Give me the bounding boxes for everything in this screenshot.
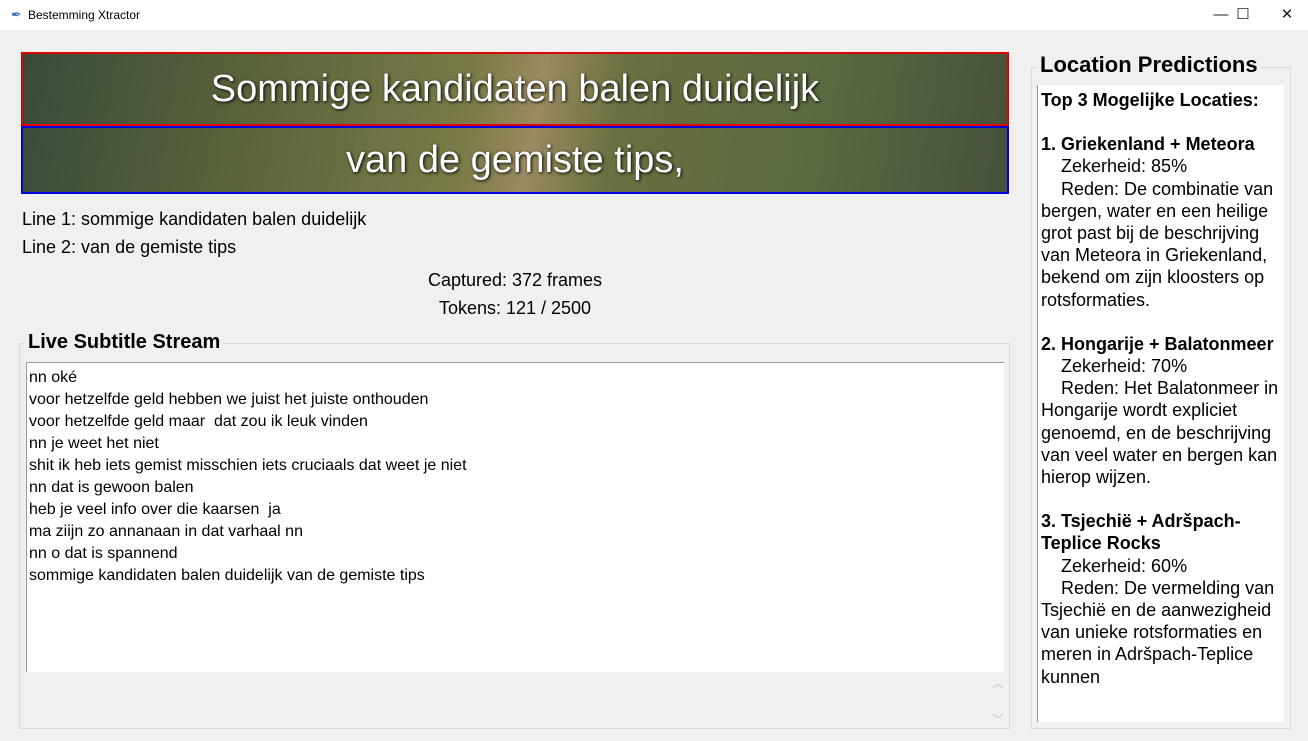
predictions-heading: Top 3 Mogelijke Locaties:: [1041, 90, 1259, 110]
scroll-down-icon[interactable]: ﹀: [990, 711, 1006, 727]
subtitle-stream-textarea[interactable]: nn oké voor hetzelfde geld hebben we juis…: [26, 362, 1004, 672]
subtitle-line: shit ik heb iets gemist misschien iets c…: [29, 457, 467, 474]
token-count: Tokens: 121 / 2500: [438, 298, 592, 318]
subtitle-line1-region: Sommige kandidaten balen duidelijk: [21, 52, 1009, 126]
subtitle-line: nn o dat is spannend: [29, 545, 178, 562]
prediction-name: 3. Tsjechië + Adršpach-Teplice Rocks: [1041, 511, 1241, 554]
ocr-line2: Line 2: van de gemiste tips: [22, 237, 237, 257]
maximize-button[interactable]: ☐: [1220, 0, 1266, 30]
subtitle-line: voor hetzelfde geld maar dat zou ik leuk…: [29, 413, 368, 430]
subtitle-line: sommige kandidaten balen duidelijk van d…: [29, 567, 425, 584]
predictions-title: Location Predictions: [1037, 52, 1261, 78]
subtitle-line1-text: Sommige kandidaten balen duidelijk: [210, 67, 820, 110]
subtitle-line2-text: van de gemiste tips,: [346, 138, 684, 181]
video-frame: Sommige kandidaten balen duidelijk van d…: [21, 52, 1009, 194]
scrollbar[interactable]: ︿ ﹀: [990, 675, 1006, 728]
subtitle-line: voor hetzelfde geld hebben we juist het …: [29, 391, 429, 408]
prediction-name: 1. Griekenland + Meteora: [1041, 134, 1255, 155]
predictions-textbox[interactable]: Top 3 Mogelijke Locaties: 1. Griekenland…: [1037, 85, 1284, 722]
prediction-item: 1. Griekenland + Meteora Zekerheid: 85% Re…: [1041, 133, 1281, 311]
subtitle-line: heb je veel info over die kaarsen ja: [29, 501, 281, 518]
prediction-name: 2. Hongarije + Balatonmeer: [1041, 333, 1274, 354]
prediction-certainty: Zekerheid: 70%: [1061, 356, 1188, 377]
window-title: Bestemming Xtractor: [28, 8, 141, 22]
prediction-reason: Reden: Het Balatonmeer in Hongarije word…: [1041, 378, 1279, 488]
feather-icon: ✒: [11, 7, 22, 22]
subtitle-line: nn dat is gewoon balen: [29, 479, 194, 496]
prediction-item: 3. Tsjechië + Adršpach-Teplice Rocks Zeke…: [1041, 510, 1281, 688]
prediction-reason: Reden: De vermelding van Tsjechië en de …: [1041, 577, 1275, 687]
subtitle-line2-region: van de gemiste tips,: [21, 126, 1009, 194]
close-button[interactable]: ✕: [1264, 0, 1308, 30]
prediction-certainty: Zekerheid: 60%: [1061, 555, 1188, 576]
captured-frames: Captured: 372 frames: [427, 270, 603, 290]
scroll-up-icon[interactable]: ︿: [990, 675, 1006, 691]
title-bar: ✒ Bestemming Xtractor — ☐ ✕: [0, 0, 1308, 30]
prediction-certainty: Zekerheid: 85%: [1061, 156, 1188, 177]
ocr-line1: Line 1: sommige kandidaten balen duideli…: [22, 209, 367, 229]
prediction-reason: Reden: De combinatie van bergen, water e…: [1041, 178, 1274, 310]
subtitle-line: ma ziijn zo annanaan in dat varhaal nn: [29, 523, 303, 540]
subtitle-line: nn je weet het niet: [29, 435, 159, 452]
subtitle-line: nn oké: [29, 369, 78, 386]
prediction-item: 2. Hongarije + Balatonmeer Zekerheid: 70%…: [1041, 333, 1281, 488]
subtitle-stream-title: Live Subtitle Stream: [25, 331, 224, 354]
